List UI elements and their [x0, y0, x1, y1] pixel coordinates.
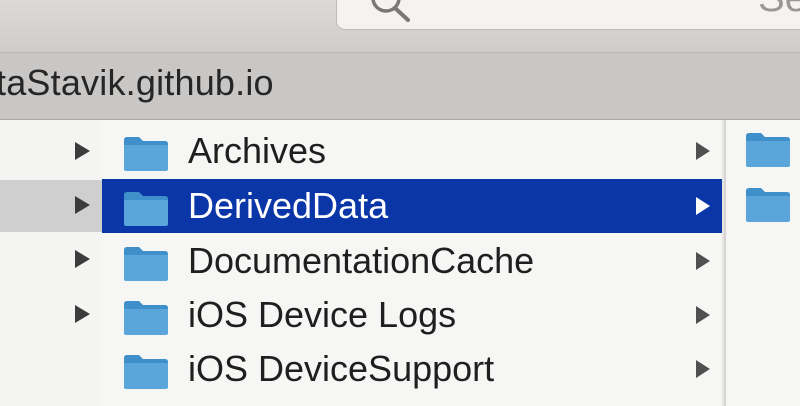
- window-toolbar: Se: [0, 0, 800, 53]
- folder-icon: [124, 301, 168, 335]
- folder-row-deriveddata[interactable]: DerivedData: [102, 179, 722, 233]
- disclosure-triangle-icon: [696, 142, 710, 160]
- folder-icon[interactable]: [744, 185, 792, 223]
- disclosure-triangle-icon[interactable]: [75, 250, 90, 268]
- search-placeholder: Se: [758, 0, 800, 21]
- folder-row-ios-devicesupport[interactable]: iOS DeviceSupport: [102, 342, 722, 396]
- folder-label: iOS DeviceSupport: [188, 348, 495, 389]
- folder-row-archives[interactable]: Archives: [102, 124, 722, 178]
- folder-row-ios-device-logs[interactable]: iOS Device Logs: [102, 288, 722, 342]
- disclosure-triangle-icon[interactable]: [75, 196, 90, 214]
- folder-label: iOS Device Logs: [188, 294, 457, 335]
- folder-icon: [124, 355, 168, 389]
- disclosure-triangle-icon: [696, 306, 710, 324]
- disclosure-triangle-icon: [696, 360, 710, 378]
- folder-icon: [124, 247, 168, 281]
- disclosure-triangle-icon[interactable]: [75, 305, 90, 323]
- folder-icon[interactable]: [744, 130, 792, 168]
- path-bar: taStavik.github.io: [0, 53, 800, 120]
- disclosure-triangle-icon: [696, 197, 710, 215]
- folder-label: DerivedData: [188, 185, 389, 226]
- disclosure-triangle-icon: [696, 252, 710, 270]
- folder-icon: [124, 137, 168, 171]
- disclosure-triangle-icon[interactable]: [75, 142, 90, 160]
- folder-row-documentationcache[interactable]: DocumentationCache: [102, 234, 722, 288]
- folder-icon: [124, 192, 168, 226]
- folder-label: DocumentationCache: [188, 240, 535, 281]
- path-title: taStavik.github.io: [0, 62, 274, 103]
- search-icon[interactable]: [368, 0, 416, 24]
- folder-label: Archives: [188, 130, 327, 171]
